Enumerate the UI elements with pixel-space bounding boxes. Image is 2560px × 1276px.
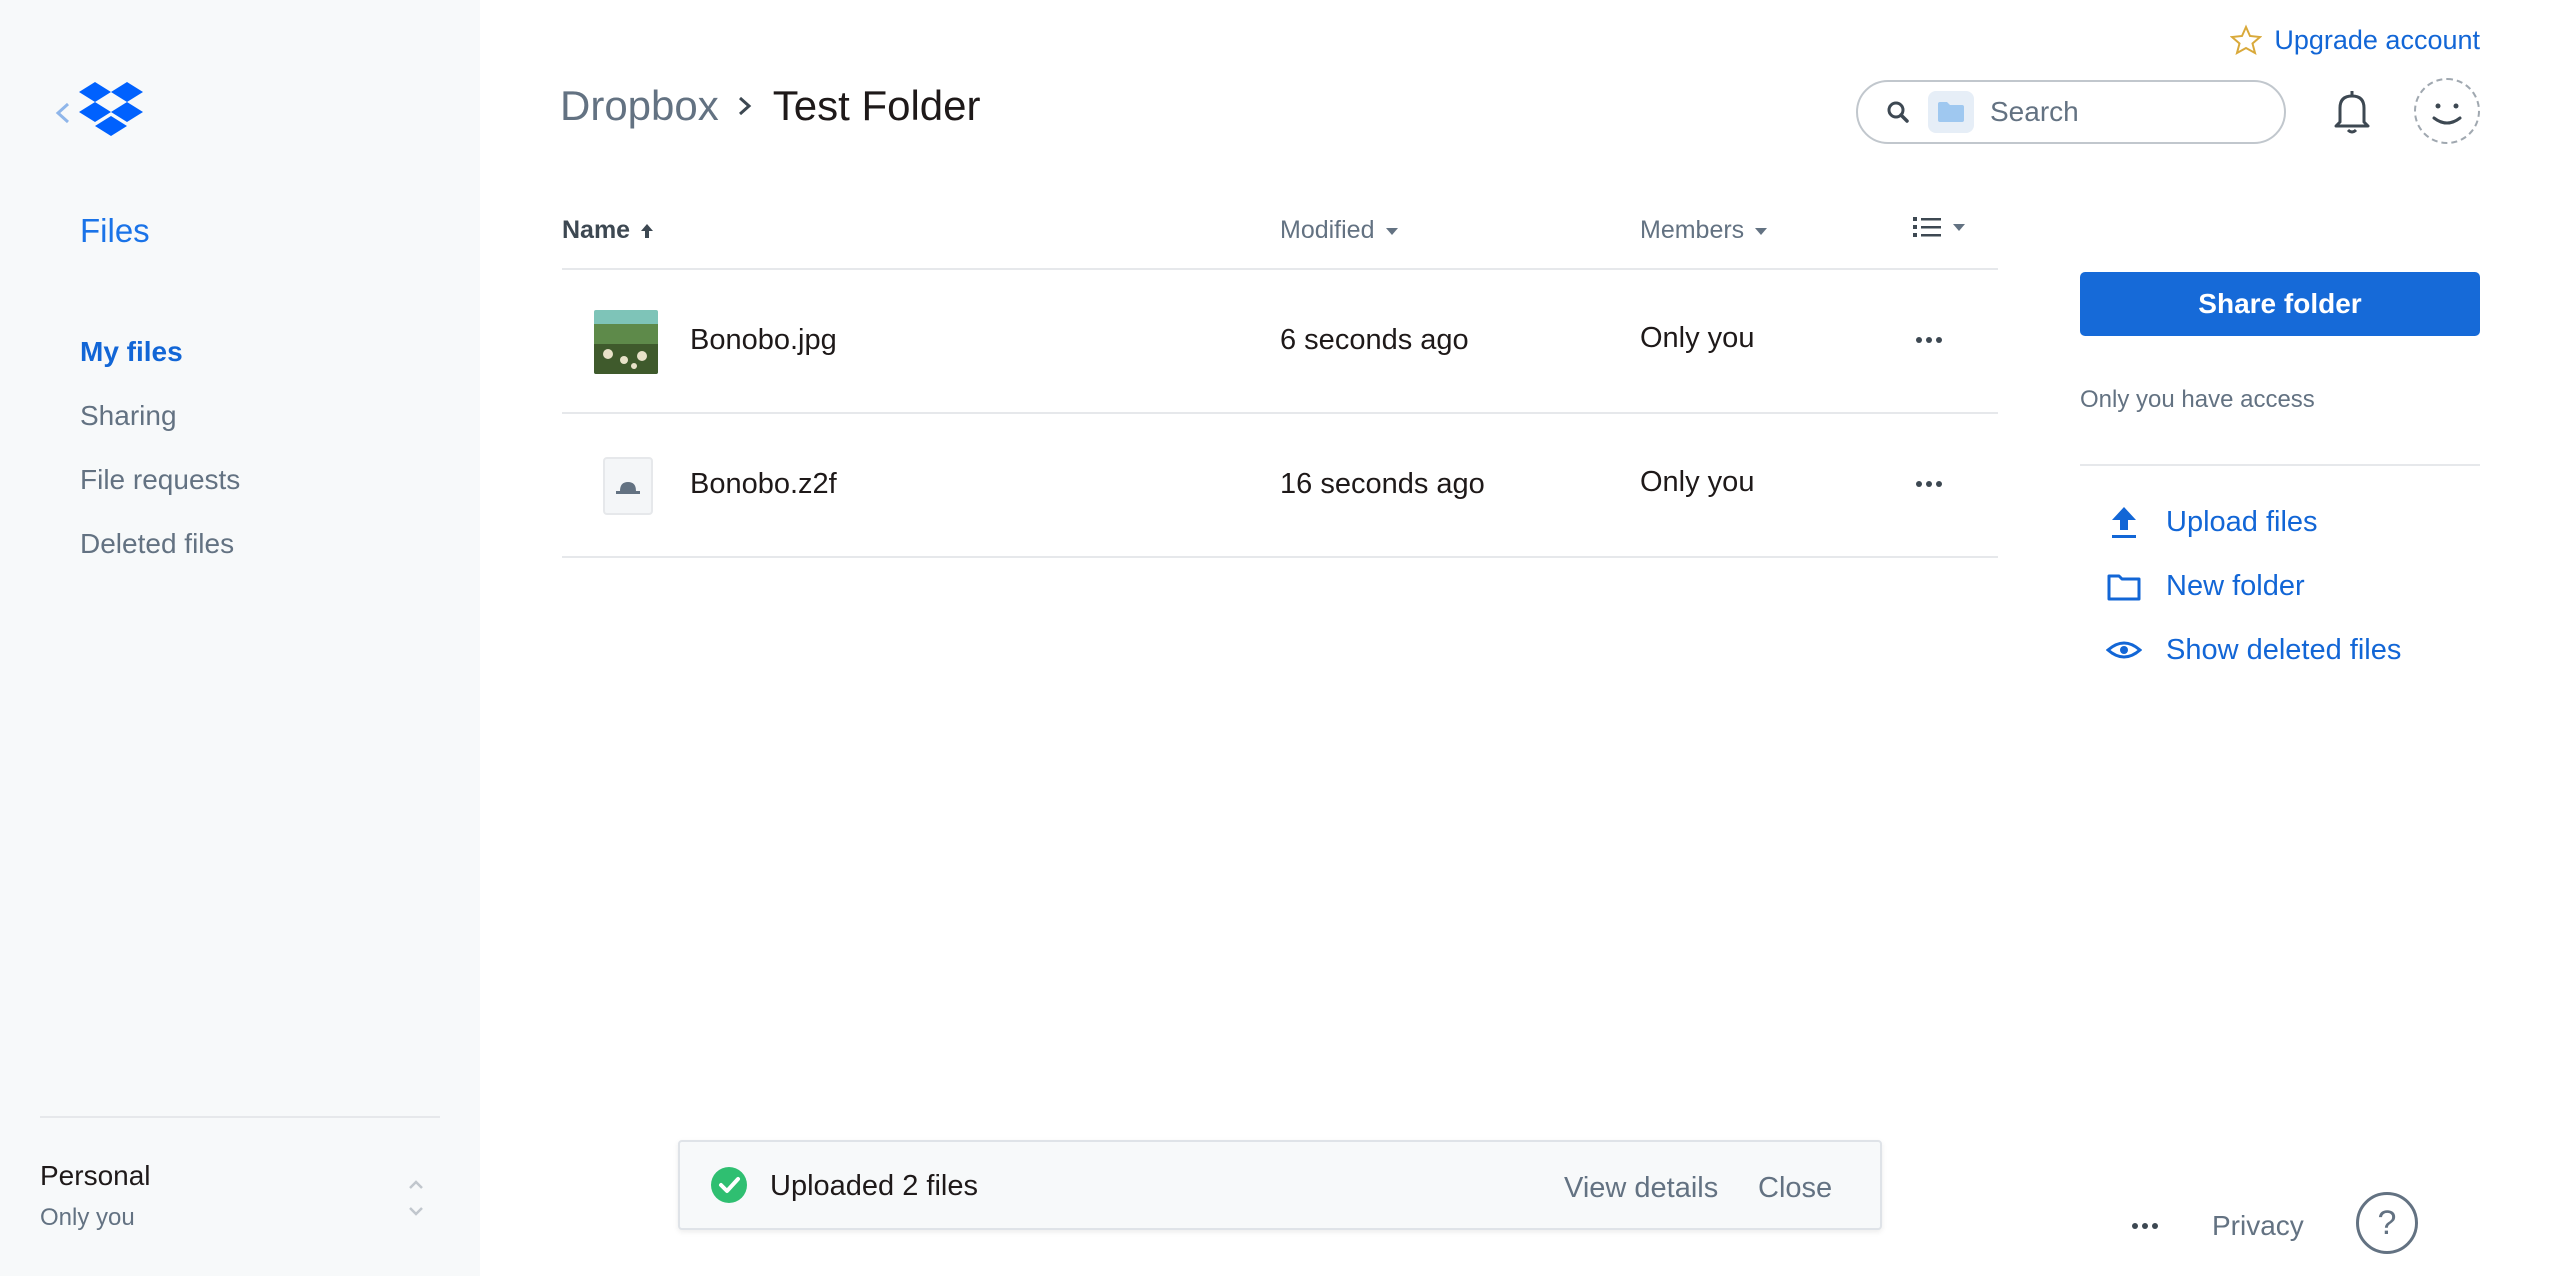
file-name[interactable]: Bonobo.z2f [690,468,837,501]
success-check-icon [711,1167,747,1203]
new-folder-label: New folder [2166,569,2305,602]
sidebar-item-sharing[interactable]: Sharing [80,394,240,458]
caret-down-icon [1755,227,1768,235]
file-members: Only you [1640,466,1755,498]
table-row[interactable]: Bonobo.jpg 6 seconds ago Only you [562,270,1998,414]
account-switcher[interactable]: Personal Only you [40,1160,151,1232]
account-name: Personal [40,1160,151,1191]
file-table: Name Modified Members Bonobo.jpg 6 secon… [562,200,1998,558]
search-input[interactable] [1990,96,2250,128]
avatar[interactable] [2414,78,2480,144]
chevron-right-icon [738,96,752,116]
new-folder-action[interactable]: New folder [2106,554,2401,618]
breadcrumb-root[interactable]: Dropbox [560,82,719,130]
notifications-bell-icon[interactable] [2330,88,2374,136]
access-status-text: Only you have access [2080,386,2315,413]
file-modified: 6 seconds ago [1280,324,1469,356]
file-name[interactable]: Bonobo.jpg [690,324,837,357]
table-row[interactable]: Bonobo.z2f 16 seconds ago Only you [562,414,1998,558]
privacy-link[interactable]: Privacy [2212,1210,2304,1242]
upgrade-label: Upgrade account [2274,24,2480,55]
column-members-label: Members [1640,216,1745,244]
column-modified-label: Modified [1280,216,1375,244]
star-icon [2230,24,2263,56]
toast-message: Uploaded 2 files [770,1170,978,1202]
column-header-name[interactable]: Name [562,216,654,245]
close-toast-link[interactable]: Close [1758,1172,1832,1205]
caret-down-icon [1385,227,1398,235]
sidebar-title[interactable]: Files [80,212,150,250]
sidebar-divider [40,1116,440,1118]
show-deleted-files-label: Show deleted files [2166,633,2402,666]
generic-file-icon [603,457,653,515]
account-sub: Only you [40,1204,135,1231]
sidebar-item-my-files[interactable]: My files [80,330,240,394]
dropbox-logo-icon[interactable] [78,82,144,140]
smiley-avatar-icon [2432,103,2462,125]
more-options-icon[interactable] [1912,472,1946,496]
file-members: Only you [1640,322,1755,354]
upload-files-action[interactable]: Upload files [2106,490,2401,554]
sidebar-item-deleted-files[interactable]: Deleted files [80,522,240,586]
upload-files-label: Upload files [2166,505,2318,538]
search-box[interactable] [1856,80,2286,144]
folder-actions: Upload files New folder Show deleted fil… [2106,490,2401,682]
sidebar: Files My files Sharing File requests Del… [0,0,480,1276]
help-icon: ? [2377,1203,2397,1242]
more-options-icon[interactable] [2128,1218,2162,1234]
list-view-icon [1913,217,1941,237]
account-switch-chevrons-icon[interactable] [404,1176,428,1220]
more-options-icon[interactable] [1912,328,1946,352]
sidebar-nav: My files Sharing File requests Deleted f… [80,330,240,586]
table-header: Name Modified Members [562,200,1998,270]
page-title: Test Folder [772,82,981,129]
back-chevron-icon[interactable] [52,100,74,126]
search-icon [1887,101,1909,123]
view-mode-toggle[interactable] [1912,214,1966,240]
image-thumbnail [594,310,658,374]
sort-ascending-arrow-icon [641,223,654,238]
caret-down-icon [1953,224,1965,231]
view-details-link[interactable]: View details [1564,1172,1718,1205]
sidebar-item-file-requests[interactable]: File requests [80,458,240,522]
column-name-label: Name [562,216,631,244]
search-scope-folder-icon[interactable] [1928,91,1974,133]
upload-toast: Uploaded 2 files View details Close [678,1140,1882,1230]
share-folder-button[interactable]: Share folder [2080,272,2480,336]
file-modified: 16 seconds ago [1280,468,1485,500]
breadcrumb: Dropbox Test Folder [560,82,981,130]
folder-icon [2107,574,2141,601]
eye-icon [2106,641,2142,659]
column-header-modified[interactable]: Modified [1280,216,1399,245]
column-header-members[interactable]: Members [1640,216,1768,245]
upload-icon [2112,507,2136,538]
upgrade-account-link[interactable]: Upgrade account [2230,24,2480,56]
help-button[interactable]: ? [2356,1192,2418,1254]
show-deleted-files-action[interactable]: Show deleted files [2106,618,2401,682]
panel-divider [2080,464,2480,466]
